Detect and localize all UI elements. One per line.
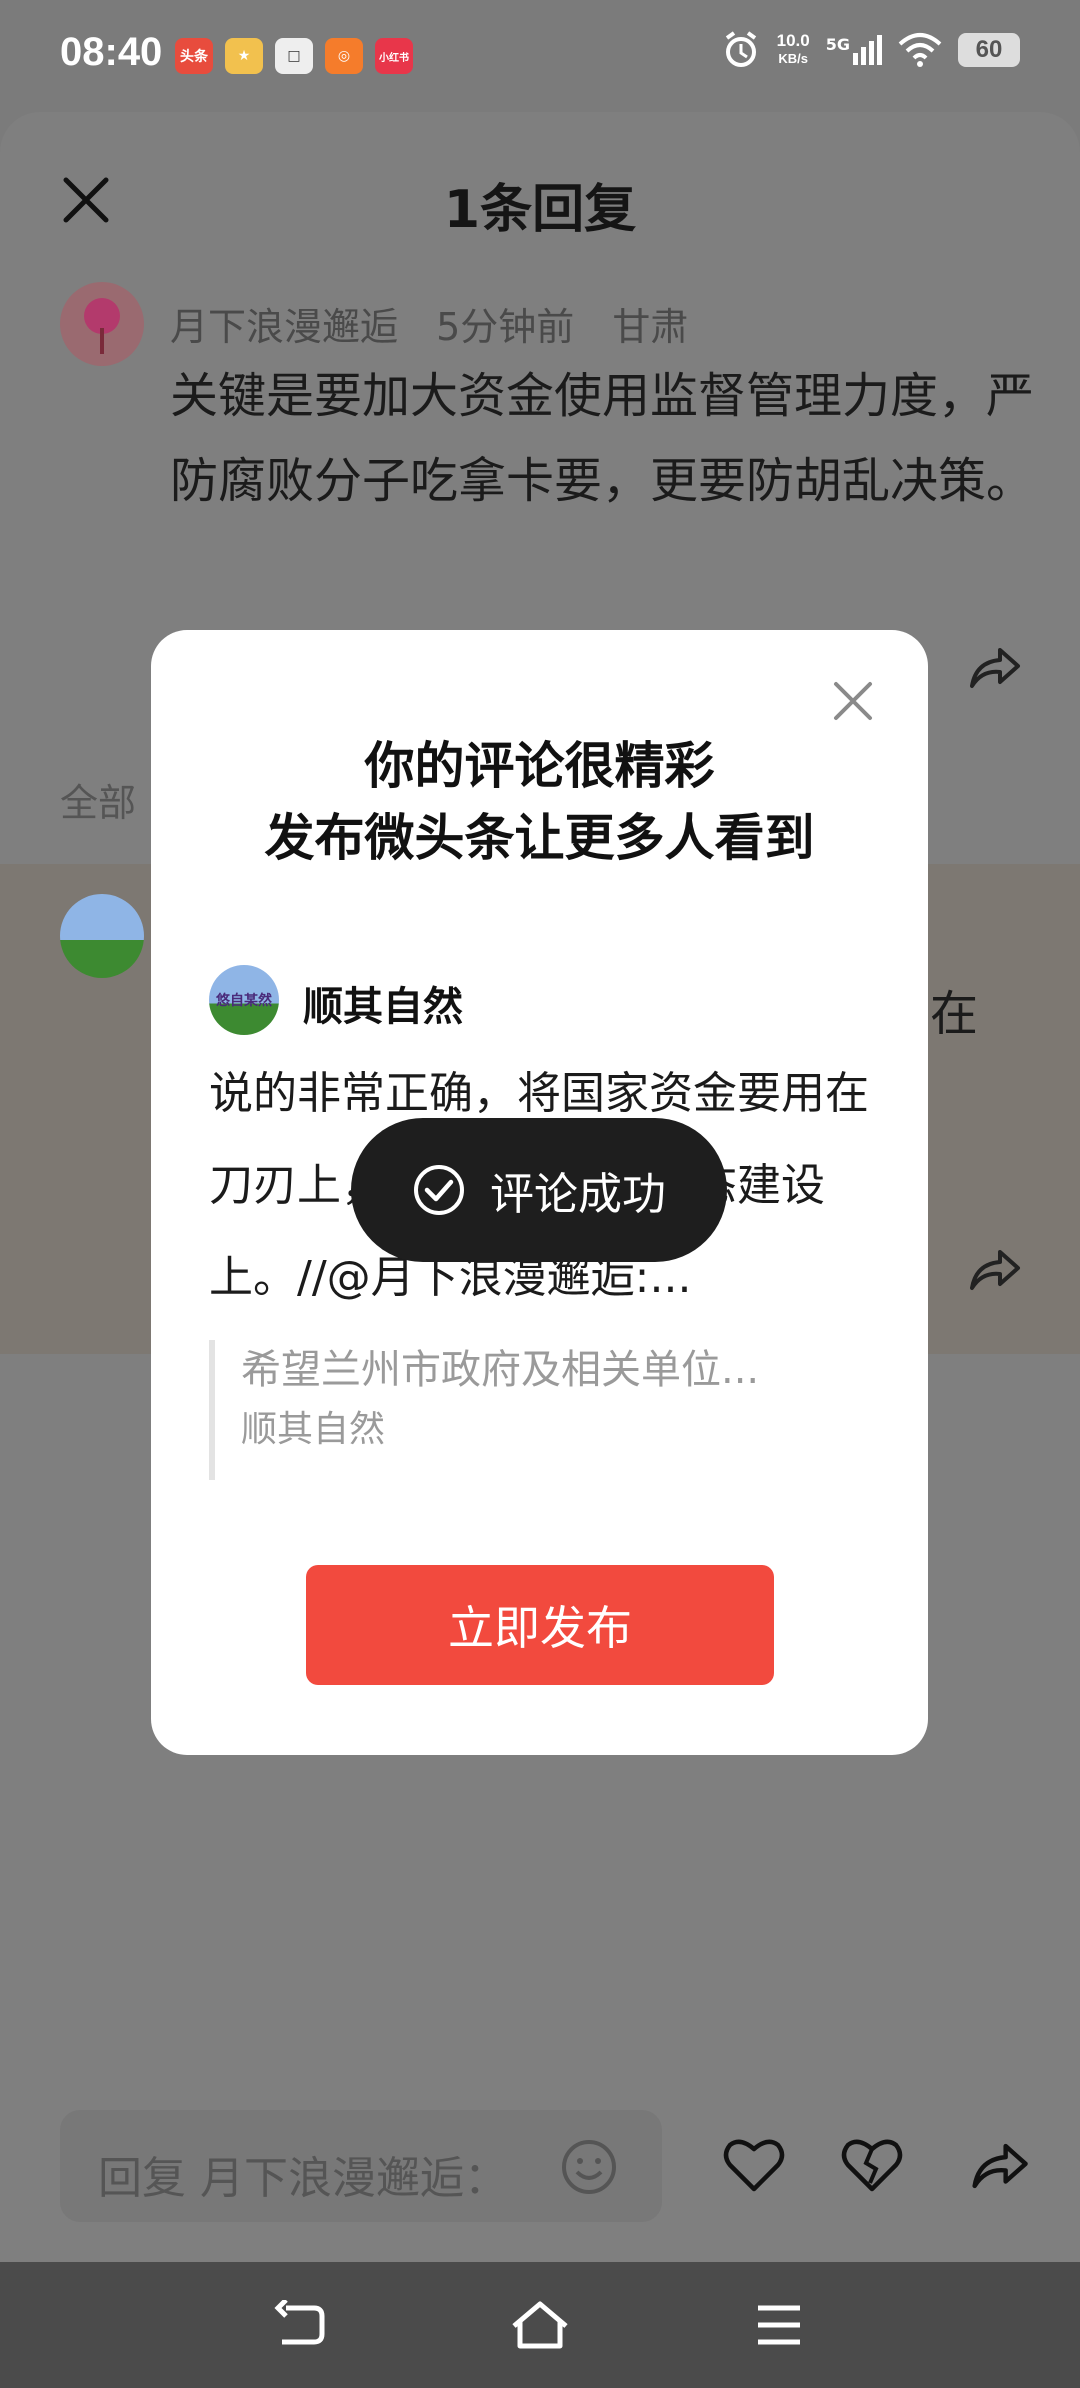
- dialog-title: 你的评论很精彩 发布微头条让更多人看到: [264, 737, 815, 867]
- share-icon[interactable]: [966, 640, 1022, 696]
- avatar[interactable]: [60, 894, 144, 978]
- comment-location: 甘肃: [612, 305, 689, 349]
- wifi-icon: [898, 33, 942, 67]
- xiaohongshu-app-icon: 小红书: [375, 38, 413, 74]
- reply-input[interactable]: 回复 月下浪漫邂逅：: [60, 2110, 662, 2222]
- system-indicators: 10.0 KB/s 5G 60: [721, 30, 1020, 70]
- quote-text: 希望兰州市政府及相关单位...: [241, 1347, 760, 1393]
- share-icon[interactable]: [966, 2135, 1032, 2197]
- quote-author: 顺其自然: [241, 1409, 386, 1450]
- comment-time: 5分钟前: [436, 305, 575, 349]
- publish-button[interactable]: 立即发布: [306, 1565, 774, 1685]
- share-icon[interactable]: [966, 1242, 1022, 1298]
- status-time: 08:40: [60, 30, 163, 74]
- menu-icon[interactable]: [754, 2300, 804, 2350]
- battery-indicator: 60: [958, 33, 1020, 67]
- status-bar: 08:40 头条 ★ □ ◎ 小红书 10.0 KB/s 5G 60: [0, 0, 1080, 112]
- like-icon[interactable]: [722, 2135, 786, 2195]
- success-toast: 评论成功: [351, 1118, 727, 1262]
- dialog-close-icon[interactable]: [830, 678, 876, 724]
- dislike-icon[interactable]: [840, 2135, 904, 2195]
- signal-icon: 5G: [826, 35, 882, 65]
- system-nav-bar: [0, 2262, 1080, 2388]
- check-circle-icon: [414, 1165, 464, 1215]
- reply-text-peek: 在: [930, 986, 979, 1042]
- comment-meta: 月下浪漫邂逅 5分钟前 甘肃: [170, 296, 714, 351]
- app-icon-3: □: [275, 38, 313, 74]
- avatar[interactable]: [60, 282, 144, 366]
- alarm-icon: [725, 31, 756, 67]
- user-name: 顺其自然: [303, 984, 463, 1030]
- notification-icons: 头条 ★ □ ◎ 小红书: [175, 38, 413, 74]
- back-icon[interactable]: [272, 2300, 328, 2350]
- avatar: 悠自某然: [209, 965, 279, 1035]
- toutiao-app-icon: 头条: [175, 38, 213, 74]
- home-icon[interactable]: [510, 2300, 570, 2350]
- app-icon-4: ◎: [325, 38, 363, 74]
- network-speed: 10.0 KB/s: [776, 31, 810, 67]
- comment-author[interactable]: 月下浪漫邂逅: [170, 305, 398, 349]
- comment-text: 关键是要加大资金使用监督管理力度，严防腐败分子吃拿卡要，更要防胡乱决策。: [170, 368, 1035, 509]
- app-icon-2: ★: [225, 38, 263, 74]
- toast-text: 评论成功: [490, 1169, 666, 1220]
- sheet-title: 1条回复: [443, 180, 637, 240]
- reply-input-placeholder: 回复 月下浪漫邂逅：: [98, 2153, 508, 2204]
- section-label: 全部: [60, 781, 137, 825]
- quoted-post: 希望兰州市政府及相关单位... 顺其自然: [209, 1340, 859, 1480]
- emoji-icon[interactable]: [560, 2138, 618, 2196]
